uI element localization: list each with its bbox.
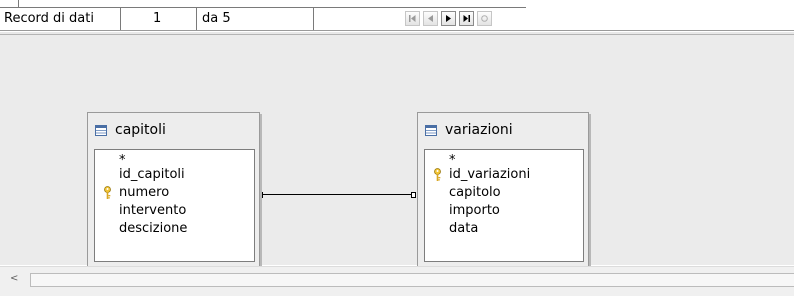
table-window-capitoli[interactable]: capitoli * id_capitoli numero intervento… (87, 112, 260, 268)
current-record-field[interactable]: 1 (153, 8, 161, 29)
nav-separator (313, 8, 314, 30)
nav-separator (120, 8, 121, 30)
pane-splitter-line (0, 30, 794, 31)
horizontal-scrollbar[interactable]: < (0, 266, 794, 296)
first-record-button[interactable] (405, 11, 420, 26)
field-item[interactable]: capitolo (425, 184, 583, 202)
primary-key-icon (434, 168, 441, 181)
field-name: capitolo (449, 185, 501, 200)
new-record-icon (481, 15, 488, 22)
record-label: Record di dati (4, 11, 94, 26)
field-item[interactable]: importo (425, 202, 583, 220)
new-record-button[interactable] (477, 11, 492, 26)
field-item[interactable]: id_variazioni (425, 166, 583, 184)
scroll-track[interactable] (30, 273, 794, 287)
field-item[interactable]: * (95, 153, 254, 168)
field-item[interactable]: data (425, 220, 583, 238)
field-item[interactable]: * (425, 153, 583, 168)
relationship-endpoint (411, 192, 416, 198)
table-name: variazioni (445, 122, 513, 138)
field-item[interactable]: descizione (95, 220, 254, 238)
scroll-left-icon[interactable]: < (10, 273, 18, 285)
previous-record-icon (428, 15, 433, 22)
last-record-icon (463, 15, 470, 22)
record-navigation-bar: Record di dati 1 da 5 (0, 8, 794, 30)
previous-record-button[interactable] (423, 11, 438, 26)
first-record-icon (409, 15, 416, 22)
field-list[interactable]: * id_capitoli numero intervento descizio… (94, 149, 255, 262)
table-icon (425, 124, 437, 136)
field-name: numero (119, 185, 170, 200)
field-item[interactable]: id_capitoli (95, 166, 254, 184)
table-window-variazioni[interactable]: variazioni * id_variazioni capitolo impo… (417, 112, 589, 268)
table-title-bar[interactable]: variazioni (425, 121, 513, 139)
field-name: importo (449, 203, 500, 218)
table-name: capitoli (115, 122, 166, 138)
next-record-icon (446, 15, 451, 22)
primary-key-icon (104, 186, 111, 199)
field-name: intervento (119, 203, 187, 218)
field-name: id_variazioni (449, 167, 531, 182)
field-name: descizione (119, 221, 188, 236)
field-list[interactable]: * id_variazioni capitolo importo data (424, 149, 584, 262)
field-item[interactable]: intervento (95, 202, 254, 220)
field-name: data (449, 221, 479, 236)
last-record-button[interactable] (459, 11, 474, 26)
field-item[interactable]: numero (95, 184, 254, 202)
relationship-line[interactable] (260, 194, 413, 195)
record-total: da 5 (202, 11, 231, 26)
field-name: id_capitoli (119, 167, 185, 182)
next-record-button[interactable] (441, 11, 456, 26)
nav-separator (196, 8, 197, 30)
table-icon (95, 124, 107, 136)
table-title-bar[interactable]: capitoli (95, 121, 166, 139)
